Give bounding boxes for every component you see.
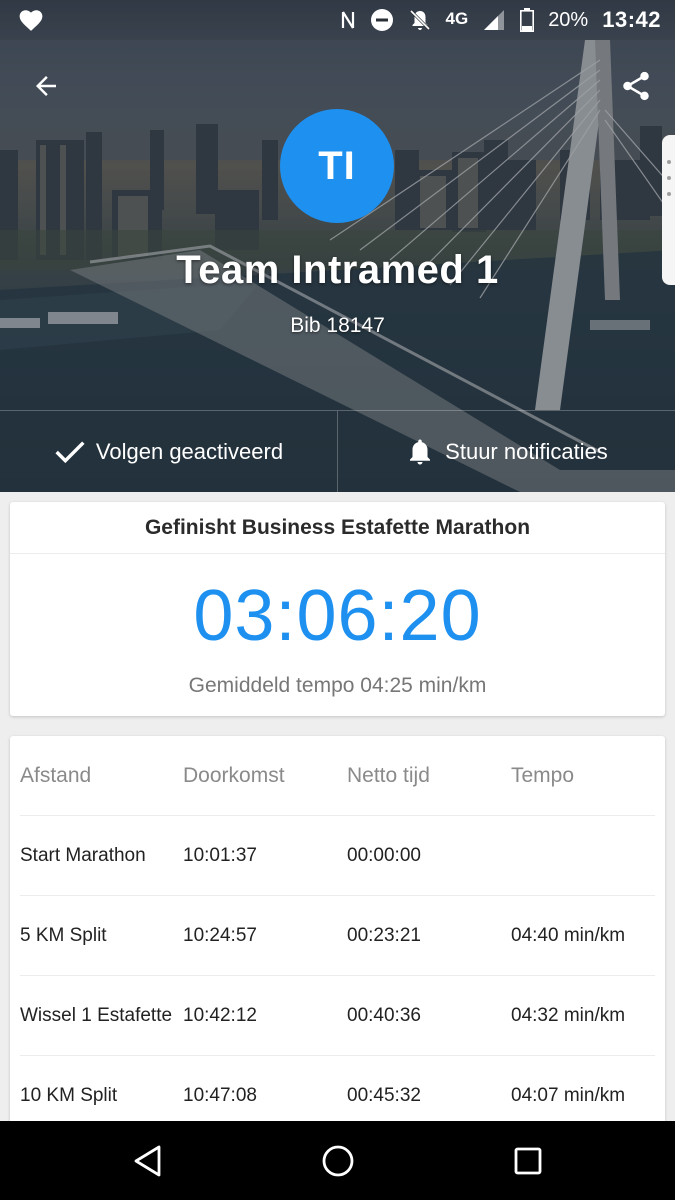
signal-icon <box>482 9 506 31</box>
navigation-bar <box>0 1121 675 1200</box>
bell-icon <box>410 439 431 465</box>
nfc-icon <box>340 9 356 31</box>
split-passage-time: 10:24:57 <box>183 925 257 947</box>
action-bar: Volgen geactiveerd Stuur notificaties <box>0 410 675 492</box>
split-net-time: 00:40:36 <box>347 1005 421 1027</box>
split-distance: Start Marathon <box>20 845 146 867</box>
split-passage-time: 10:01:37 <box>183 845 257 867</box>
column-header-netto-tijd: Netto tijd <box>347 763 430 787</box>
avatar: TI <box>280 109 394 223</box>
split-passage-time: 10:42:12 <box>183 1005 257 1027</box>
table-header-row: Afstand Doorkomst Netto tijd Tempo <box>20 736 655 816</box>
finish-time: 03:06:20 <box>193 576 482 656</box>
result-title: Gefinisht Business Estafette Marathon <box>10 502 665 554</box>
column-header-afstand: Afstand <box>20 763 92 787</box>
battery-icon <box>520 8 535 32</box>
nav-back-button[interactable] <box>126 1139 170 1183</box>
clock: 13:42 <box>602 7 661 32</box>
result-card: Gefinisht Business Estafette Marathon 03… <box>10 502 665 716</box>
side-panel-grip-icon <box>667 160 671 208</box>
table-row: Wissel 1 Estafette 10:42:12 00:40:36 04:… <box>20 976 655 1056</box>
triangle-back-icon <box>134 1145 161 1177</box>
table-row: Start Marathon 10:01:37 00:00:00 <box>20 816 655 896</box>
split-distance: Wissel 1 Estafette <box>20 1005 173 1027</box>
header-hero: 4G 20% 13:42 TI Team Intramed 1 Bib 1814… <box>0 0 675 492</box>
nav-home-button[interactable] <box>316 1139 360 1183</box>
split-pace: 04:40 min/km <box>511 925 626 947</box>
heart-icon <box>18 8 44 32</box>
nav-recents-button[interactable] <box>506 1139 550 1183</box>
do-not-disturb-icon <box>370 8 394 32</box>
arrow-back-icon <box>36 76 56 96</box>
notify-button[interactable]: Stuur notificaties <box>338 411 675 492</box>
notify-label: Stuur notificaties <box>445 439 608 464</box>
follow-label: Volgen geactiveerd <box>95 439 284 464</box>
screen: 4G 20% 13:42 TI Team Intramed 1 Bib 1814… <box>0 0 675 1200</box>
share-button[interactable] <box>614 64 658 108</box>
splits-table: Afstand Doorkomst Netto tijd Tempo Start… <box>10 736 665 1156</box>
bib-number: Bib 18147 <box>290 314 385 337</box>
follow-button[interactable]: Volgen geactiveerd <box>0 411 338 492</box>
column-header-tempo: Tempo <box>511 763 575 787</box>
battery-percent: 20% <box>548 8 589 31</box>
split-pace: 04:32 min/km <box>511 1005 626 1027</box>
share-icon <box>623 71 649 101</box>
network-type: 4G <box>445 8 469 28</box>
team-name: Team Intramed 1 <box>176 248 499 292</box>
average-pace: Gemiddeld tempo 04:25 min/km <box>188 674 487 697</box>
table-row: 5 KM Split 10:24:57 00:23:21 04:40 min/k… <box>20 896 655 976</box>
split-pace <box>511 816 661 896</box>
split-net-time: 00:00:00 <box>347 845 421 867</box>
notifications-off-icon <box>408 8 432 32</box>
circle-home-icon <box>322 1145 354 1177</box>
split-distance: 5 KM Split <box>20 925 107 947</box>
split-net-time: 00:23:21 <box>347 925 421 947</box>
status-bar: 4G 20% 13:42 <box>0 0 675 40</box>
square-recents-icon <box>514 1147 542 1175</box>
back-button[interactable] <box>26 66 66 106</box>
check-icon <box>55 441 85 464</box>
column-header-doorkomst: Doorkomst <box>183 763 285 787</box>
